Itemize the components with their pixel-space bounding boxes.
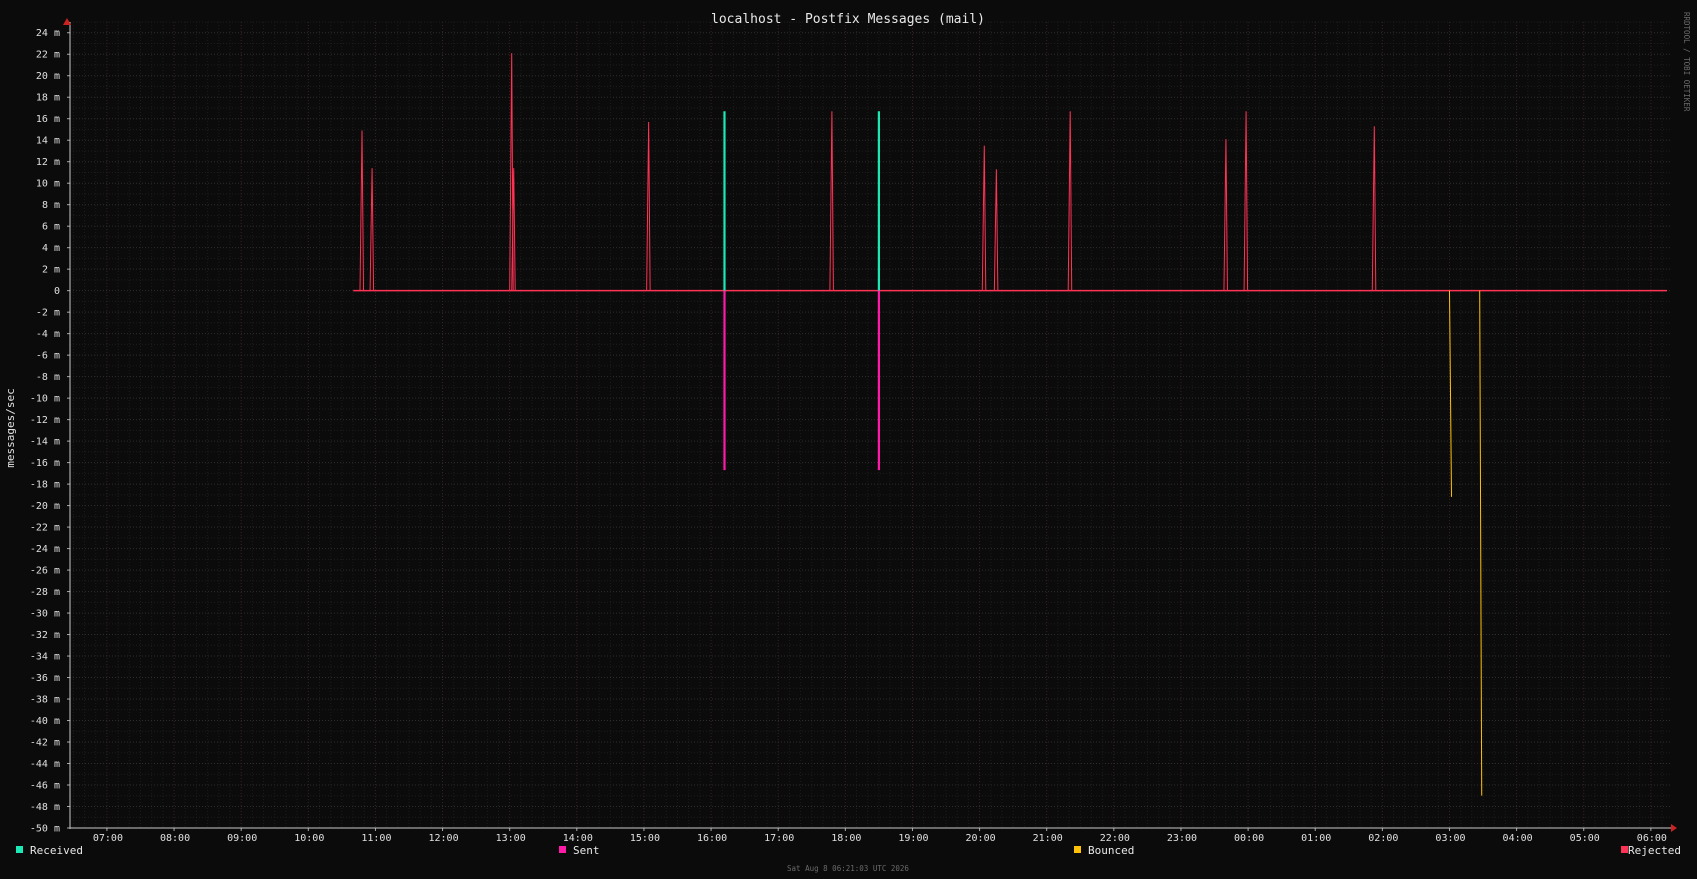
y-tick-label: 10 m: [36, 179, 60, 190]
x-tick-label: 01:00: [1301, 833, 1331, 844]
x-tick-label: 17:00: [764, 833, 794, 844]
x-tick-label: 08:00: [160, 833, 190, 844]
y-tick-label: 4 m: [42, 243, 60, 254]
y-tick-label: -22 m: [30, 523, 60, 534]
legend-swatch-sent: [559, 846, 566, 853]
x-tick-label: 20:00: [966, 833, 996, 844]
y-tick-label: -38 m: [30, 695, 60, 706]
series-layer: [353, 53, 1667, 796]
x-tick-label: 06:00: [1637, 833, 1667, 844]
x-tick-label: 00:00: [1234, 833, 1264, 844]
y-tick-label: -28 m: [30, 587, 60, 598]
x-tick-label: 18:00: [831, 833, 861, 844]
y-tick-label: -42 m: [30, 738, 60, 749]
legend-swatch-bounced: [1074, 846, 1081, 853]
y-tick-label: 8 m: [42, 200, 60, 211]
data-point-bounced: [1479, 290, 1483, 796]
grid: [70, 21, 1671, 829]
y-tick-label: -50 m: [30, 824, 60, 835]
series-received: [723, 111, 880, 291]
legend-swatch-rejected: [1621, 846, 1628, 853]
legend-label-sent: Sent: [573, 844, 600, 857]
x-axis-ticks: 07:00 08:00 09:00 10:00 11:00 12:00 13:00 14:00…: [93, 828, 1667, 844]
axes: [63, 18, 1677, 832]
y-tick-label: 6 m: [42, 222, 60, 233]
x-tick-label: 22:00: [1100, 833, 1130, 844]
y-tick-label: -2 m: [36, 308, 60, 319]
data-point-rejected: [646, 121, 651, 291]
y-tick-label: 18 m: [36, 93, 60, 104]
chart-title: localhost - Postfix Messages (mail): [711, 12, 985, 27]
y-tick-label: -20 m: [30, 501, 60, 512]
y-axis-ticks: 24 m 22 m 20 m 18 m 16 m 14 m 12 m 10 m 8 m 6 m 4 …: [30, 28, 70, 835]
y-tick-label: -34 m: [30, 652, 60, 663]
y-tick-label: -36 m: [30, 673, 60, 684]
x-tick-label: 07:00: [93, 833, 123, 844]
x-tick-label: 21:00: [1033, 833, 1063, 844]
y-tick-label: -32 m: [30, 630, 60, 641]
data-point-rejected: [993, 169, 999, 291]
y-tick-label: 0: [54, 286, 60, 297]
x-tick-label: 14:00: [563, 833, 593, 844]
y-tick-label: -14 m: [30, 437, 60, 448]
y-tick-label: -10 m: [30, 394, 60, 405]
data-point-bounced: [1448, 290, 1452, 497]
y-tick-label: -24 m: [30, 544, 60, 555]
legend: Received Sent Bounced Rejected: [16, 844, 1681, 857]
footer-timestamp: Sat Aug 8 06:21:03 UTC 2026: [787, 864, 909, 873]
y-tick-label: -16 m: [30, 458, 60, 469]
data-point-rejected: [829, 111, 834, 291]
legend-label-bounced: Bounced: [1088, 844, 1134, 857]
y-tick-label: 22 m: [36, 50, 60, 61]
y-tick-label: -6 m: [36, 351, 60, 362]
y-tick-label: -30 m: [30, 609, 60, 620]
y-tick-label: 12 m: [36, 157, 60, 168]
y-tick-label: -46 m: [30, 781, 60, 792]
x-axis-arrow: [1671, 824, 1677, 832]
x-tick-label: 12:00: [429, 833, 459, 844]
x-tick-label: 23:00: [1167, 833, 1197, 844]
legend-label-rejected: Rejected: [1628, 844, 1681, 857]
x-tick-label: 13:00: [496, 833, 526, 844]
y-tick-label: 20 m: [36, 71, 60, 82]
y-tick-label: -18 m: [30, 480, 60, 491]
x-tick-label: 16:00: [697, 833, 727, 844]
x-tick-label: 03:00: [1435, 833, 1465, 844]
x-tick-label: 19:00: [898, 833, 928, 844]
data-point-rejected: [1067, 111, 1073, 291]
y-axis-label: messages/sec: [4, 388, 17, 467]
y-tick-label: -26 m: [30, 566, 60, 577]
y-tick-label: -8 m: [36, 372, 60, 383]
chart-svg: 24 m 22 m 20 m 18 m 16 m 14 m 12 m 10 m 8 m 6 m 4 …: [4, 12, 1691, 873]
y-tick-label: 14 m: [36, 136, 60, 147]
y-axis-arrow: [63, 18, 71, 25]
data-point-rejected: [369, 168, 375, 291]
watermark: RRDTOOL / TOBI OETIKER: [1682, 12, 1691, 112]
data-point-rejected: [359, 130, 365, 291]
x-tick-label: 04:00: [1503, 833, 1533, 844]
y-tick-label: -4 m: [36, 329, 60, 340]
x-tick-label: 10:00: [294, 833, 324, 844]
x-tick-label: 11:00: [361, 833, 391, 844]
legend-swatch-received: [16, 846, 23, 853]
series-sent: [723, 290, 880, 471]
legend-label-received: Received: [30, 844, 83, 857]
x-tick-label: 15:00: [630, 833, 660, 844]
y-tick-label: 24 m: [36, 28, 60, 39]
y-tick-label: -12 m: [30, 415, 60, 426]
y-tick-label: 2 m: [42, 265, 60, 276]
x-tick-label: 02:00: [1368, 833, 1398, 844]
series-bounced: [1448, 290, 1483, 796]
x-tick-label: 09:00: [227, 833, 257, 844]
data-point-rejected: [1243, 111, 1249, 291]
x-tick-label: 05:00: [1570, 833, 1600, 844]
y-tick-label: -40 m: [30, 716, 60, 727]
y-tick-label: 16 m: [36, 114, 60, 125]
data-point-rejected: [981, 145, 987, 291]
y-tick-label: -48 m: [30, 802, 60, 813]
y-tick-label: -44 m: [30, 759, 60, 770]
